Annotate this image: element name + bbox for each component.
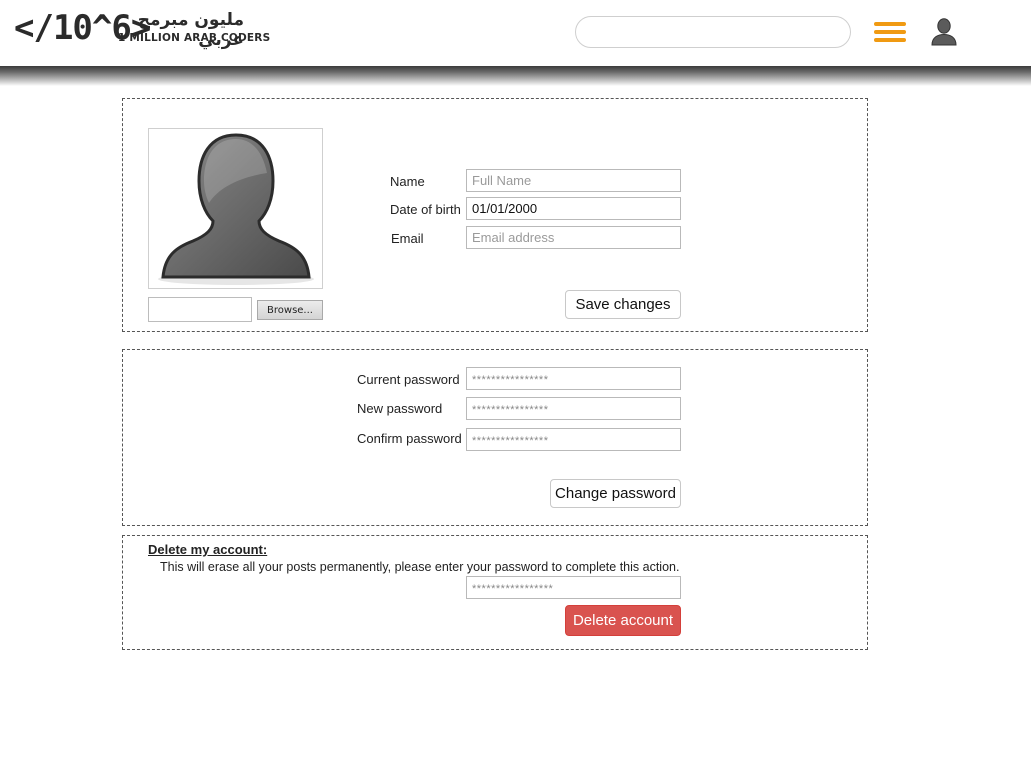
- delete-account-heading: Delete my account:: [148, 542, 268, 557]
- new-password-label: New password: [357, 401, 443, 416]
- email-field[interactable]: [466, 226, 681, 249]
- header-shadow: [0, 66, 1031, 86]
- password-panel: Current password New password Confirm pa…: [122, 349, 868, 526]
- dob-label: Date of birth: [390, 202, 461, 217]
- file-path-field[interactable]: [148, 297, 252, 322]
- current-password-label: Current password: [357, 372, 460, 387]
- top-header: </10^6> مليون مبرمج عربي 1 MILLION ARAB …: [0, 0, 1031, 66]
- save-changes-button[interactable]: Save changes: [565, 290, 681, 319]
- current-password-field[interactable]: [466, 367, 681, 390]
- name-field[interactable]: [466, 169, 681, 192]
- search-input[interactable]: [575, 16, 851, 48]
- delete-password-field[interactable]: [466, 576, 681, 599]
- change-password-button[interactable]: Change password: [550, 479, 681, 508]
- confirm-password-field[interactable]: [466, 428, 681, 451]
- new-password-field[interactable]: [466, 397, 681, 420]
- confirm-password-label: Confirm password: [357, 431, 462, 446]
- dob-field[interactable]: [466, 197, 681, 220]
- email-label: Email: [391, 231, 424, 246]
- avatar: [148, 128, 323, 289]
- delete-account-button[interactable]: Delete account: [565, 605, 681, 636]
- profile-panel: Browse... Name Date of birth Email Save …: [122, 98, 868, 332]
- delete-account-panel: Delete my account: This will erase all y…: [122, 535, 868, 650]
- browse-button[interactable]: Browse...: [257, 300, 323, 320]
- hamburger-menu-icon[interactable]: [874, 22, 906, 42]
- name-label: Name: [390, 174, 425, 189]
- logo-english-text: 1 MILLION ARAB CODERS: [118, 32, 271, 44]
- avatar-silhouette-icon: [158, 133, 314, 285]
- logo-arabic-text: مليون مبرمج عربي: [137, 10, 244, 50]
- user-icon[interactable]: [929, 16, 959, 46]
- delete-account-description: This will erase all your posts permanent…: [160, 560, 680, 574]
